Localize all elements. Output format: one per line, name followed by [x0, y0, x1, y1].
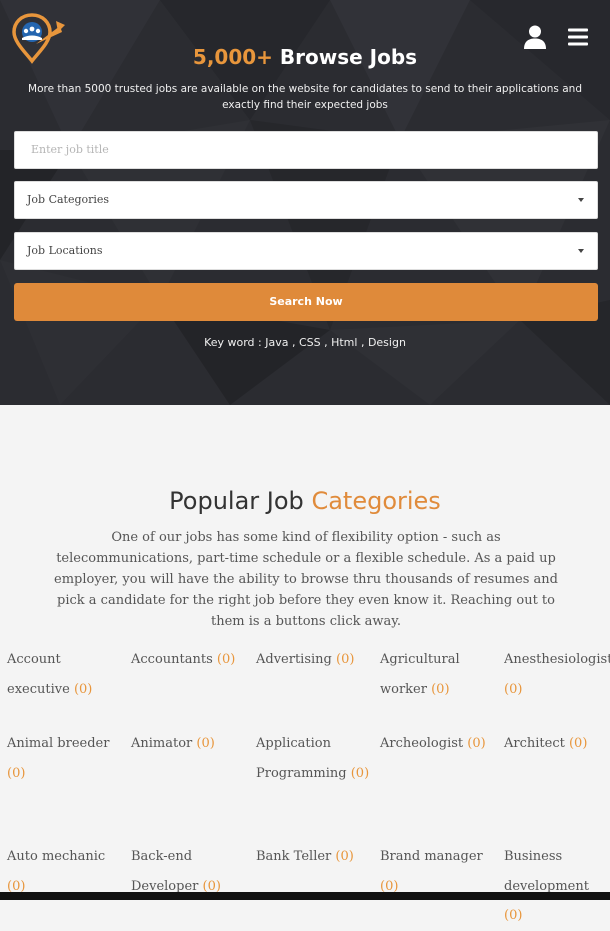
- category-item[interactable]: Advertising (0): [256, 645, 374, 675]
- category-name: Advertising: [256, 652, 332, 667]
- category-count: (0): [196, 736, 215, 751]
- job-categories-value: Job Categories: [27, 193, 110, 206]
- category-count: (0): [216, 652, 236, 667]
- category-name: Animator: [131, 736, 193, 751]
- hamburger-menu-icon[interactable]: [567, 27, 589, 47]
- category-count: (0): [568, 736, 588, 751]
- hero-title-text: Browse Jobs: [279, 45, 418, 69]
- category-item[interactable]: Bank Teller (0): [256, 842, 374, 872]
- category-item[interactable]: Accountants (0): [131, 645, 249, 675]
- category-name: Auto mechanic: [7, 849, 106, 864]
- category-count: (0): [431, 681, 450, 697]
- category-name: Brand manager: [380, 849, 483, 864]
- category-item[interactable]: Animator (0): [131, 729, 249, 759]
- category-item[interactable]: Animal breeder (0): [7, 729, 125, 788]
- category-name: Account executive: [7, 652, 70, 697]
- category-item[interactable]: Agricultural worker (0): [380, 645, 498, 704]
- job-title-input[interactable]: Enter job title: [14, 131, 598, 169]
- category-name: Archeologist: [380, 736, 464, 751]
- category-count: (0): [350, 765, 370, 781]
- hero-title: 5,000+ Browse Jobs: [0, 45, 610, 69]
- category-item[interactable]: Application Programming (0): [256, 729, 374, 788]
- category-item[interactable]: Anesthesiologist (0): [504, 645, 610, 704]
- chevron-down-icon: [578, 249, 584, 253]
- category-name: Business development: [504, 849, 589, 894]
- category-item[interactable]: Account executive (0): [7, 645, 125, 704]
- job-categories-select[interactable]: Job Categories: [14, 181, 598, 219]
- hero-subtitle: More than 5000 trusted jobs are availabl…: [28, 83, 582, 111]
- chevron-down-icon: [578, 198, 584, 202]
- category-name: Architect: [504, 736, 565, 751]
- keyword-suggestions: Key word : Java , CSS , Html , Design: [204, 336, 406, 349]
- category-name: Anesthesiologist: [504, 652, 610, 667]
- section-title: Popular Job Categories: [0, 487, 610, 515]
- search-now-button[interactable]: Search Now: [14, 283, 598, 321]
- section-description: One of our jobs has some kind of flexibi…: [54, 530, 558, 629]
- category-count: (0): [504, 908, 523, 923]
- category-count: (0): [336, 652, 355, 667]
- category-name: Animal breeder: [7, 736, 110, 751]
- section-title-accent: Categories: [311, 487, 441, 515]
- category-name: Application Programming: [256, 736, 347, 781]
- job-locations-select[interactable]: Job Locations: [14, 232, 598, 270]
- category-count: (0): [73, 681, 93, 697]
- category-item[interactable]: Architect (0): [504, 729, 608, 759]
- category-item[interactable]: Archeologist (0): [380, 729, 498, 759]
- category-name: Back-end Developer: [131, 849, 199, 894]
- category-count: (0): [335, 849, 354, 864]
- hero-title-count: 5,000+: [192, 45, 273, 69]
- category-item[interactable]: Business development (0): [504, 842, 608, 931]
- job-locations-value: Job Locations: [27, 244, 103, 257]
- category-count: (0): [7, 765, 26, 781]
- bottom-edge-bar: [0, 892, 610, 900]
- category-name: Bank Teller: [256, 849, 332, 864]
- category-name: Accountants: [131, 652, 213, 667]
- category-count: (0): [467, 736, 486, 751]
- hero-banner: 5,000+ Browse Jobs More than 5000 truste…: [0, 0, 610, 405]
- category-count: (0): [504, 681, 523, 697]
- section-title-text: Popular Job: [169, 487, 304, 515]
